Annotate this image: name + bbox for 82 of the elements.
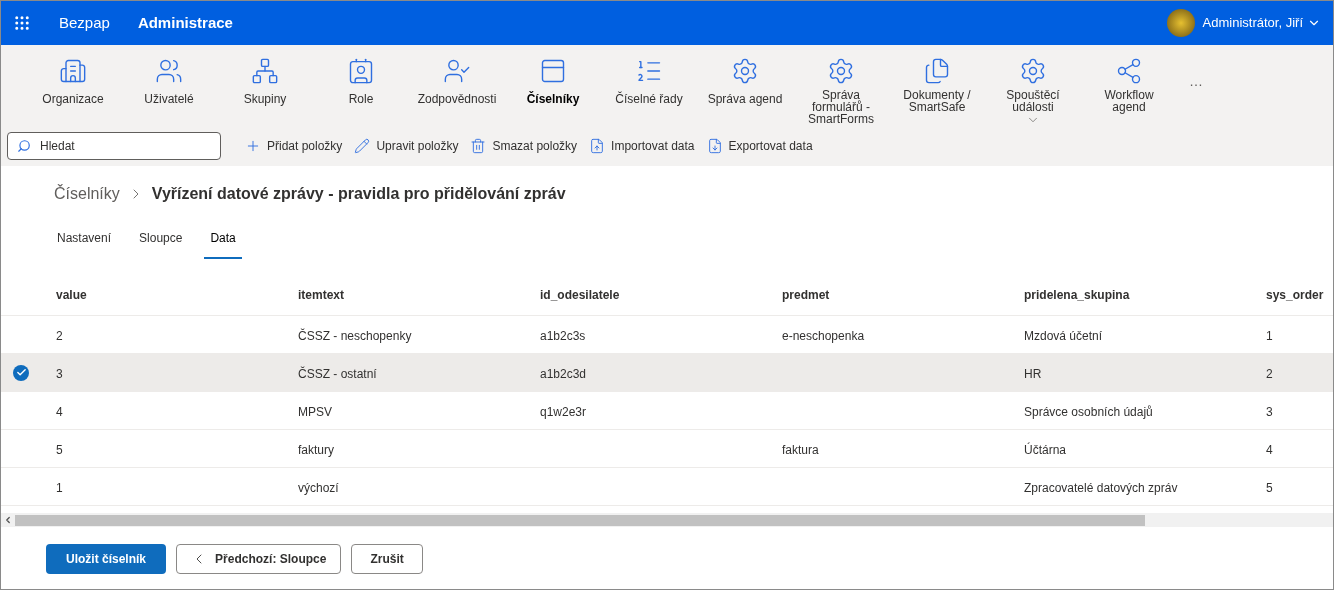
- table-cell: 5: [1266, 480, 1273, 495]
- table-cell: a1b2c3d: [540, 366, 587, 381]
- table-cell: q1w2e3r: [540, 404, 587, 419]
- table-cell: 2: [1266, 366, 1273, 381]
- more-button[interactable]: …: [1189, 71, 1203, 92]
- table-cell: 3: [56, 366, 63, 381]
- share-icon: [1115, 57, 1143, 85]
- section-title: Administrace: [137, 12, 233, 33]
- table-cell: 4: [56, 404, 63, 419]
- column-header[interactable]: value: [56, 288, 87, 302]
- id-card-icon: [347, 57, 375, 85]
- tab[interactable]: Nastavení: [51, 219, 118, 259]
- table-cell: Zpracovatelé datových zpráv: [1024, 480, 1178, 495]
- save-button[interactable]: Uložit číselník: [46, 544, 167, 574]
- search-icon: [17, 139, 31, 153]
- table-row[interactable]: 3 ČSSZ - ostatní a1b2c3d HR 2: [1, 354, 1333, 392]
- ribbon-button[interactable]: Skupiny: [217, 57, 313, 109]
- file-download-icon: [706, 138, 723, 154]
- user-check-icon: [443, 57, 471, 85]
- toolbar-button[interactable]: Smazat položky: [470, 137, 578, 155]
- table-cell: faktura: [782, 442, 819, 457]
- table-cell: a1b2c3s: [540, 328, 586, 343]
- ribbon-button[interactable]: Zodpovědnosti: [409, 57, 505, 109]
- table-cell: ČSSZ - ostatní: [298, 366, 377, 381]
- ribbon-button[interactable]: Číselné řady: [601, 57, 697, 109]
- tab[interactable]: Data: [204, 219, 242, 259]
- window-icon: [539, 57, 567, 85]
- search-field[interactable]: Hledat: [7, 132, 221, 160]
- toolbar-button[interactable]: Exportovat data: [706, 137, 813, 155]
- table-cell: výchozí: [298, 480, 339, 495]
- table-cell: MPSV: [298, 404, 332, 419]
- building-icon: [59, 57, 87, 85]
- table-cell: 1: [56, 480, 63, 495]
- file-upload-icon: [589, 138, 606, 154]
- table-cell: Mzdová účetní: [1024, 328, 1103, 343]
- toolbar-button[interactable]: Přidat položky: [245, 137, 343, 155]
- table-cell: e-neschopenka: [782, 328, 865, 343]
- horizontal-scrollbar[interactable]: [1, 513, 1333, 527]
- ribbon-button[interactable]: Workflow agend: [1081, 57, 1177, 113]
- pencil-icon: [354, 138, 371, 154]
- app-launcher-icon[interactable]: [13, 14, 31, 32]
- ribbon-button[interactable]: Uživatelé: [121, 57, 217, 109]
- ribbon-button[interactable]: Správa formulářů - SmartForms: [793, 57, 889, 125]
- ribbon-button[interactable]: Správa agend: [697, 57, 793, 109]
- previous-button[interactable]: Předchozí: Sloupce: [176, 544, 342, 574]
- user-name[interactable]: Administrátor, Jiří: [1202, 13, 1303, 33]
- ribbon-button[interactable]: Spouštěcí události: [985, 57, 1081, 127]
- table-cell: Správce osobních údajů: [1024, 404, 1153, 419]
- ribbon-button[interactable]: Dokumenty / SmartSafe: [889, 57, 985, 113]
- check-icon[interactable]: [13, 364, 29, 381]
- table-cell: Účtárna: [1024, 442, 1067, 457]
- ribbon-button[interactable]: Role: [313, 57, 409, 109]
- users-icon: [155, 57, 183, 85]
- scroll-left-icon[interactable]: [3, 515, 13, 525]
- tab[interactable]: Sloupce: [133, 219, 189, 259]
- column-header[interactable]: sys_order: [1266, 288, 1324, 302]
- avatar: [1166, 9, 1195, 37]
- column-header[interactable]: predmet: [782, 288, 830, 302]
- column-header[interactable]: pridelena_skupina: [1024, 288, 1130, 302]
- table-cell: HR: [1024, 366, 1042, 381]
- documents-icon: [923, 57, 951, 85]
- gear-icon: [731, 57, 759, 85]
- table-cell: faktury: [298, 442, 334, 457]
- column-header[interactable]: itemtext: [298, 288, 344, 302]
- table-cell: 3: [1266, 404, 1273, 419]
- table-cell: 5: [56, 442, 63, 457]
- breadcrumb-link[interactable]: Číselníky: [54, 182, 120, 206]
- toolbar-button[interactable]: Upravit položky: [354, 137, 459, 155]
- ribbon-button[interactable]: Organizace: [25, 57, 121, 109]
- column-header[interactable]: id_odesilatele: [540, 288, 620, 302]
- trash-icon: [470, 138, 487, 154]
- page-title: Vyřízení datové zprávy - pravidla pro přidělování zpráv: [151, 184, 566, 204]
- table-cell: 2: [56, 328, 63, 343]
- table-cell: ČSSZ - neschopenky: [298, 328, 412, 343]
- gear-icon: [827, 57, 855, 85]
- cancel-button[interactable]: Zrušit: [351, 544, 423, 574]
- table-cell: 1: [1266, 328, 1273, 343]
- table-cell: 4: [1266, 442, 1273, 457]
- app-name[interactable]: Bezpap: [59, 11, 110, 35]
- gear-icon: [1019, 57, 1047, 85]
- toolbar-button[interactable]: Importovat data: [589, 137, 695, 155]
- plus-icon: [245, 138, 261, 154]
